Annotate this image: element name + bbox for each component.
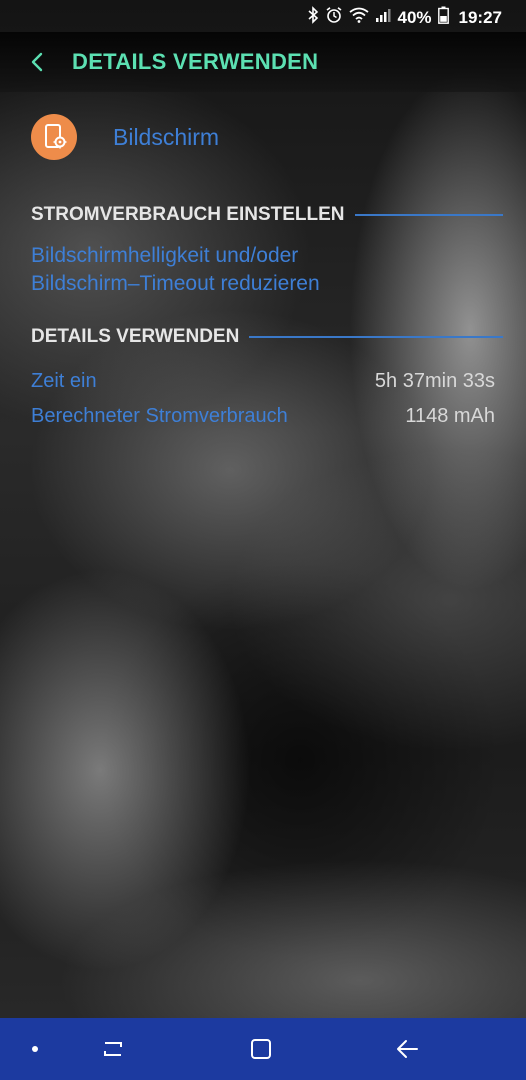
chevron-left-icon (31, 52, 43, 72)
status-icons: 40% 19:27 (307, 6, 502, 29)
reduce-brightness-tip-link[interactable]: Bildschirmhelligkeit und/oder Bildschirm… (31, 242, 471, 298)
recents-icon[interactable] (98, 1034, 128, 1064)
detail-value: 5h 37min 33s (374, 370, 495, 392)
status-bar: 40% 19:27 (0, 0, 526, 32)
app-info-row: Bildschirm (31, 114, 501, 160)
app-header: DETAILS VERWENDEN (0, 32, 526, 92)
wifi-icon (349, 7, 370, 28)
clock: 19:27 (458, 7, 502, 27)
detail-label: Zeit ein (31, 370, 97, 392)
app-name: Bildschirm (113, 124, 220, 150)
section-divider (354, 214, 503, 216)
signal-icon (375, 7, 391, 28)
detail-label: Berechneter Stromverbrauch (31, 405, 288, 427)
back-button[interactable] (24, 48, 52, 76)
detail-row-time-on: Zeit ein 5h 37min 33s (31, 367, 495, 395)
page-title: DETAILS VERWENDEN (72, 49, 319, 74)
section-header-details: DETAILS VERWENDEN (31, 323, 503, 351)
tip-line: Bildschirmhelligkeit und/oder (31, 244, 299, 267)
section-title: STROMVERBRAUCH EINSTELLEN (31, 204, 345, 225)
section-title: DETAILS VERWENDEN (31, 326, 240, 347)
battery-icon (437, 6, 449, 29)
screen-settings-icon (31, 114, 77, 160)
battery-percent: 40% (397, 7, 432, 27)
alarm-icon (325, 6, 343, 29)
section-header-power: STROMVERBRAUCH EINSTELLEN (31, 201, 503, 229)
home-icon[interactable] (246, 1034, 276, 1064)
navigation-bar (0, 1018, 526, 1080)
section-divider (249, 336, 503, 338)
dot-icon[interactable] (20, 1034, 50, 1064)
back-arrow-icon[interactable] (392, 1034, 422, 1064)
detail-value: 1148 mAh (405, 405, 495, 427)
tip-line: Bildschirm–Timeout reduzieren (31, 272, 320, 295)
bluetooth-icon (307, 6, 319, 29)
detail-row-power-usage: Berechneter Stromverbrauch 1148 mAh (31, 402, 495, 430)
